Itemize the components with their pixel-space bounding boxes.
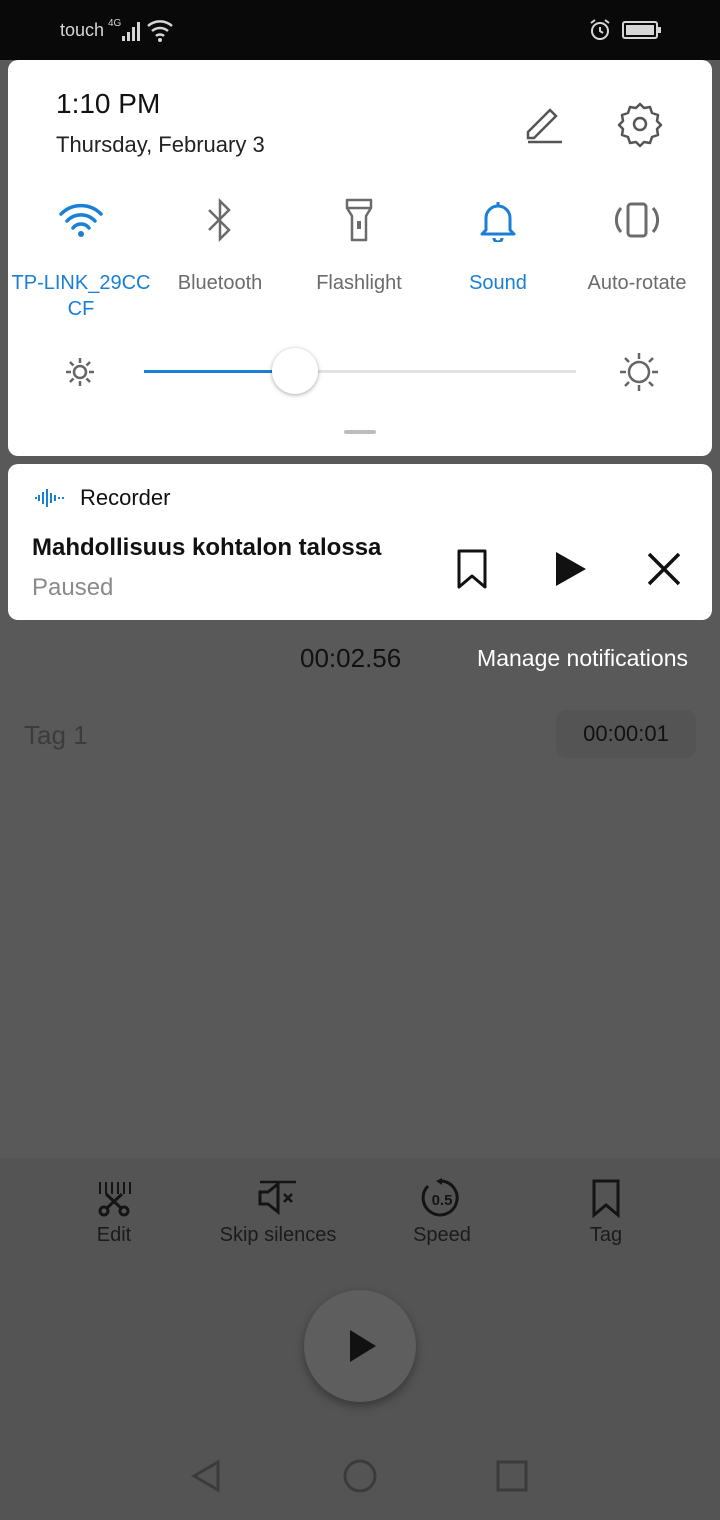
notification-app-name: Recorder bbox=[80, 485, 171, 510]
tile-flashlight-label: Flashlight bbox=[316, 272, 402, 294]
navigation-bar bbox=[0, 1440, 720, 1520]
main-play-button[interactable] bbox=[304, 1290, 416, 1402]
status-bar: touch 4G bbox=[0, 0, 720, 60]
status-icons-right bbox=[588, 18, 662, 47]
notification-title: Mahdollisuus kohtalon talossa bbox=[32, 534, 382, 561]
tag-button[interactable]: Tag bbox=[536, 1178, 676, 1247]
flashlight-icon bbox=[345, 198, 373, 242]
bell-icon bbox=[480, 202, 516, 242]
home-button[interactable] bbox=[342, 1458, 378, 1499]
tile-wifi[interactable]: TP-LINK_29CCCF bbox=[11, 196, 151, 322]
playback-position: 00:02.56 bbox=[300, 643, 402, 673]
brightness-high-icon bbox=[620, 353, 658, 391]
home-icon bbox=[343, 1459, 377, 1493]
bookmark-button[interactable] bbox=[447, 544, 497, 594]
clock-date: Thursday, February 3 bbox=[56, 132, 265, 157]
wifi-icon bbox=[147, 20, 173, 42]
carrier-label: touch bbox=[60, 20, 105, 40]
auto-rotate-icon bbox=[615, 202, 659, 238]
skip-silences-button[interactable]: Skip silences bbox=[208, 1178, 348, 1247]
recorder-notification[interactable]: Recorder Mahdollisuus kohtalon talossa P… bbox=[8, 464, 712, 620]
tile-sound[interactable]: Sound bbox=[428, 196, 568, 296]
recents-icon bbox=[496, 1460, 528, 1492]
recents-button[interactable] bbox=[494, 1458, 530, 1499]
tile-flashlight[interactable]: Flashlight bbox=[289, 196, 429, 296]
speed-button[interactable]: 0.5 Speed bbox=[372, 1178, 512, 1247]
alarm-icon bbox=[589, 19, 610, 40]
tile-auto-rotate-label: Auto-rotate bbox=[587, 272, 687, 294]
bookmark-icon bbox=[457, 549, 487, 589]
tile-wifi-label: TP-LINK_29CCCF bbox=[11, 272, 151, 320]
bluetooth-icon bbox=[208, 198, 231, 242]
back-button[interactable] bbox=[188, 1458, 224, 1499]
battery-icon bbox=[622, 21, 661, 39]
skip-silences-label: Skip silences bbox=[219, 1224, 337, 1246]
speed-label: Speed bbox=[413, 1224, 471, 1246]
wifi-icon bbox=[59, 203, 103, 237]
svg-text:0.5: 0.5 bbox=[432, 1192, 453, 1209]
quick-settings-panel: 1:10 PM Thursday, February 3 TP-LINK_29C… bbox=[8, 60, 712, 456]
brightness-slider-thumb[interactable] bbox=[272, 348, 319, 394]
waveform-icon bbox=[35, 489, 64, 507]
play-icon bbox=[556, 552, 586, 586]
edit-button[interactable]: Edit bbox=[44, 1178, 184, 1247]
play-icon bbox=[350, 1330, 376, 1362]
settings-button[interactable] bbox=[616, 100, 664, 153]
edit-label: Edit bbox=[96, 1224, 132, 1246]
edit-icon bbox=[98, 1182, 131, 1217]
notification-status: Paused bbox=[32, 574, 114, 601]
notification-play-button[interactable] bbox=[545, 544, 595, 594]
signal-icon: 4G bbox=[108, 18, 173, 42]
tag-icon bbox=[592, 1179, 620, 1218]
tile-bluetooth-label: Bluetooth bbox=[177, 272, 263, 294]
pencil-icon bbox=[526, 108, 562, 144]
status-icons-left: 4G bbox=[108, 14, 174, 51]
panel-drag-handle[interactable] bbox=[344, 430, 376, 434]
tile-bluetooth[interactable]: Bluetooth bbox=[150, 196, 290, 296]
tile-auto-rotate[interactable]: Auto-rotate bbox=[567, 196, 707, 296]
gear-icon bbox=[617, 102, 663, 148]
network-type-label: 4G bbox=[108, 18, 122, 29]
back-icon bbox=[191, 1459, 220, 1493]
edit-tiles-button[interactable] bbox=[520, 104, 564, 153]
tile-sound-label: Sound bbox=[469, 272, 527, 294]
notification-close-button[interactable] bbox=[639, 544, 689, 594]
clock-time: 1:10 PM bbox=[56, 88, 161, 119]
tag-time[interactable]: 00:00:01 bbox=[556, 710, 696, 758]
brightness-low-icon bbox=[66, 358, 94, 386]
tag-toolbar-label: Tag bbox=[589, 1224, 623, 1246]
skip-silences-icon bbox=[258, 1180, 296, 1216]
manage-notifications-link[interactable]: Manage notifications bbox=[477, 645, 688, 672]
speed-icon: 0.5 bbox=[421, 1178, 459, 1217]
brightness-row bbox=[8, 340, 712, 400]
tag-label[interactable]: Tag 1 bbox=[24, 720, 88, 751]
close-icon bbox=[647, 552, 681, 586]
